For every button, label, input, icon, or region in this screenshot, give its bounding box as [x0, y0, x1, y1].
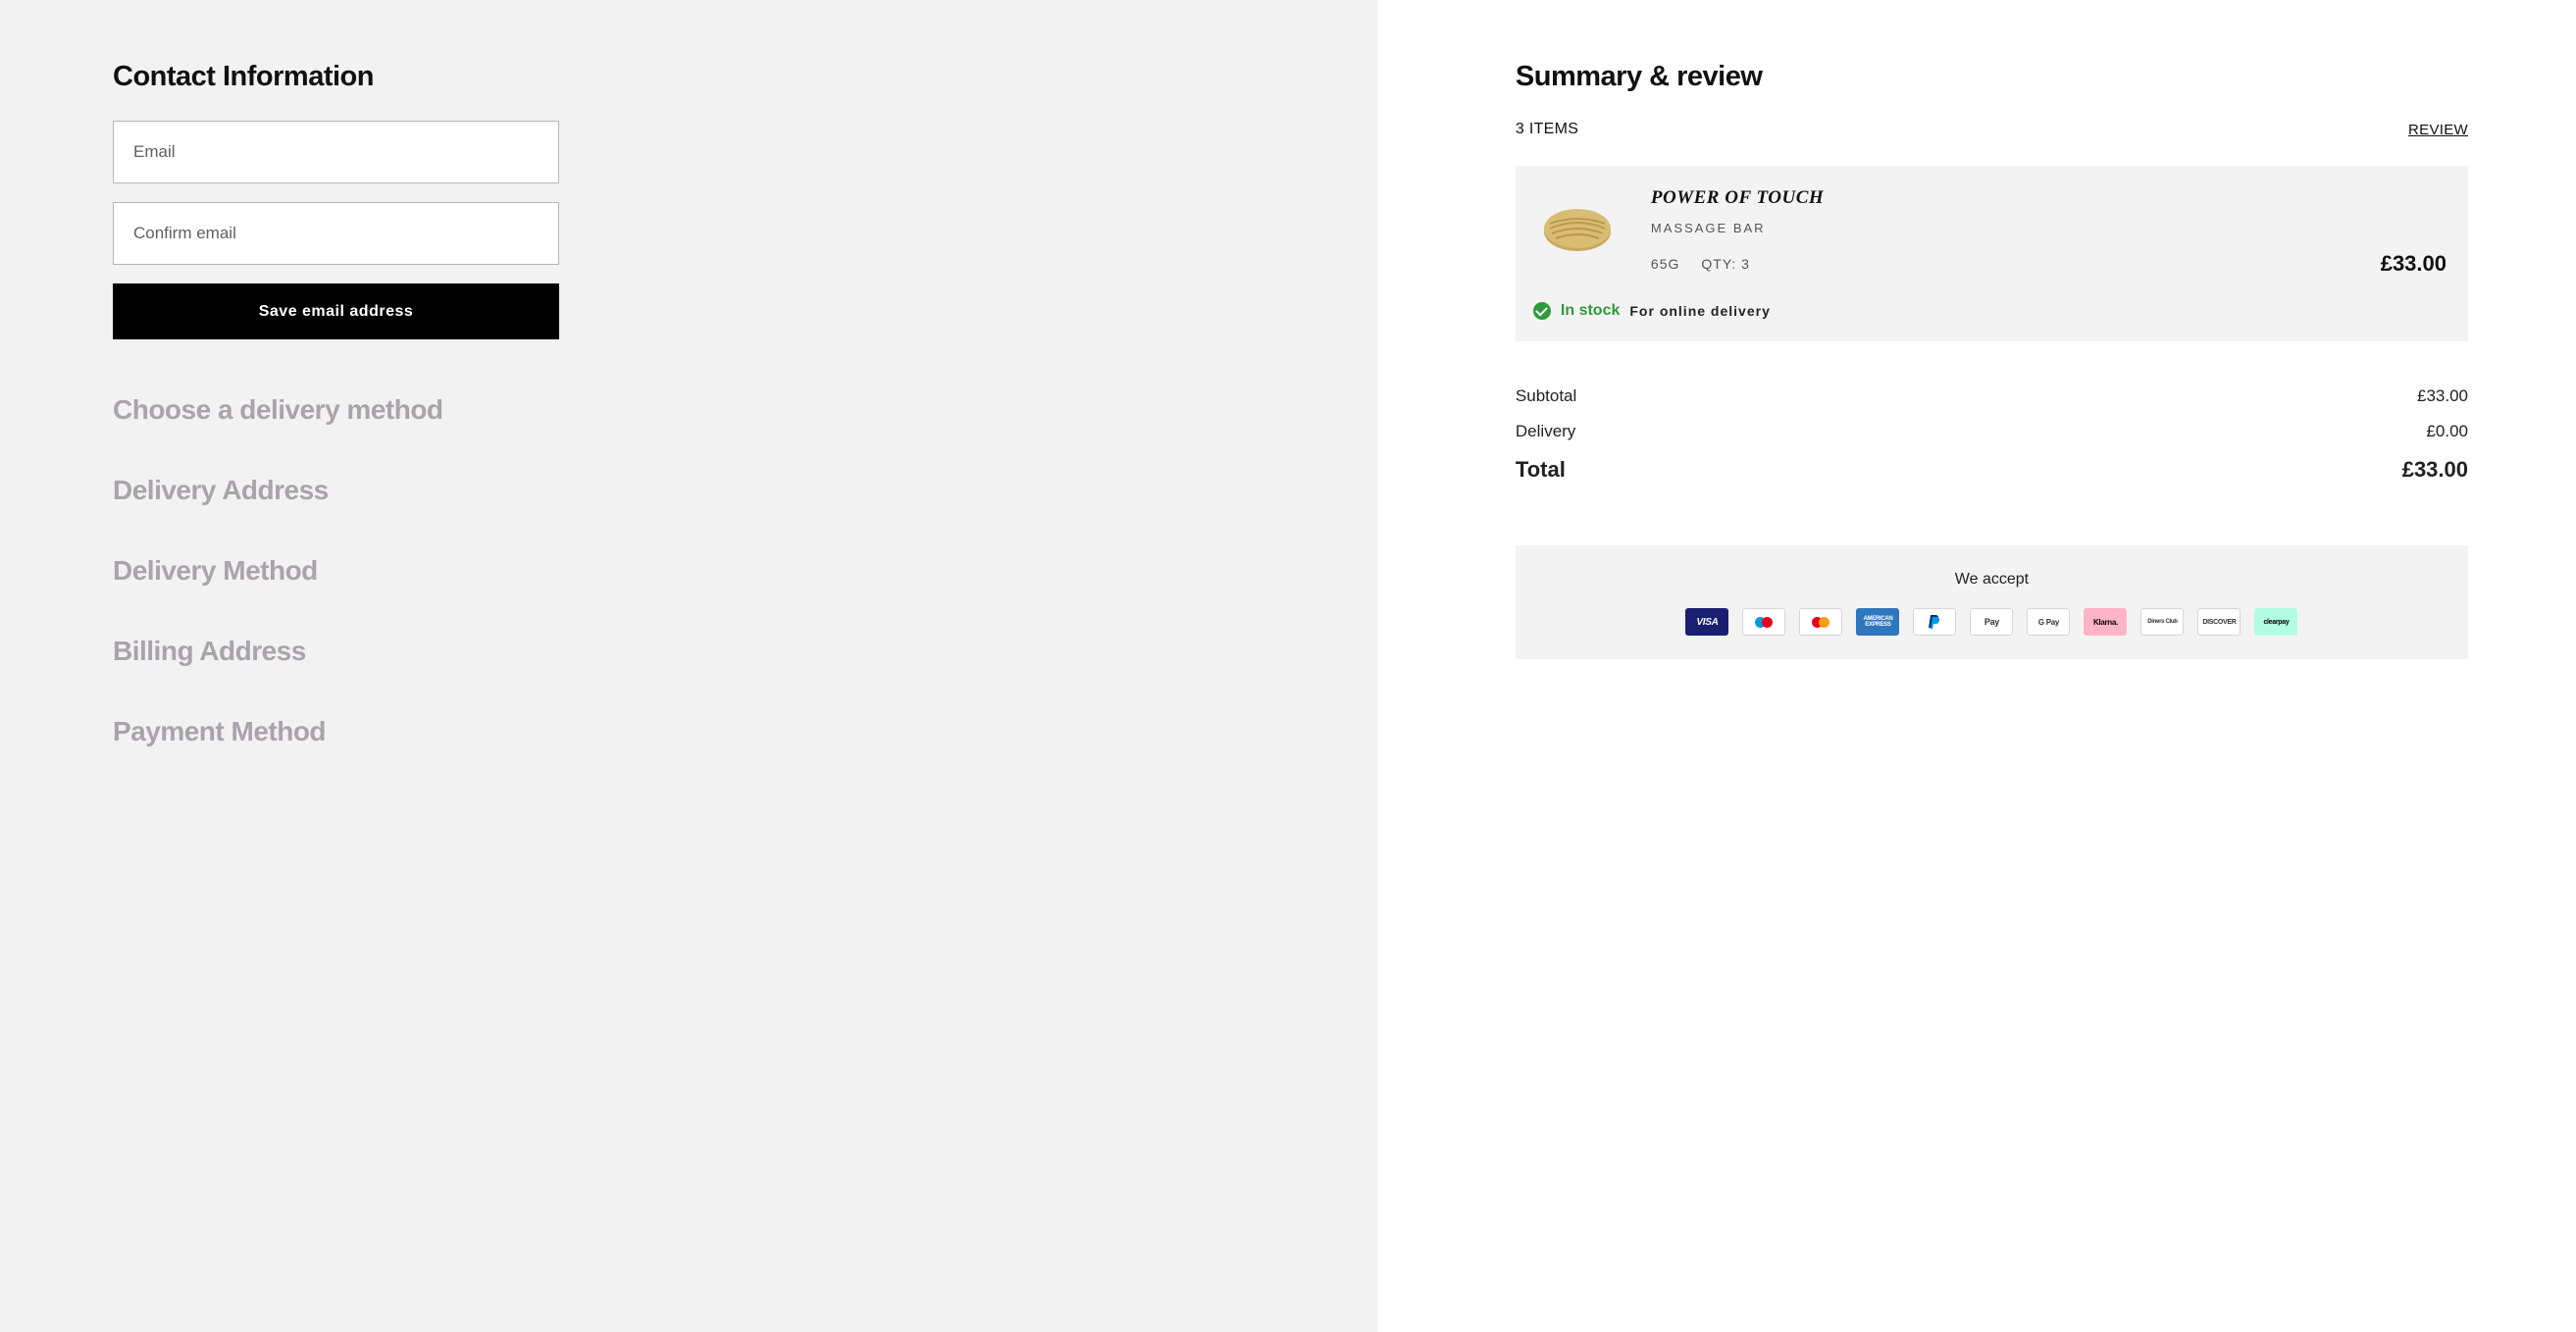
contact-info-heading: Contact Information	[113, 61, 559, 93]
delivery-label: Delivery	[1516, 422, 1575, 441]
apple-pay-icon: Pay	[1970, 608, 2013, 636]
accept-label: We accept	[1535, 571, 2448, 589]
payment-logos-grid: VISA AMERICANEXPRESS Pay G Pay Klarna. D…	[1535, 608, 2448, 636]
subtotal-label: Subtotal	[1516, 386, 1576, 406]
review-link[interactable]: REVIEW	[2408, 122, 2468, 138]
step-billing-address: Billing Address	[113, 636, 559, 667]
mastercard-icon	[1799, 608, 1842, 636]
check-circle-icon	[1533, 302, 1551, 320]
stock-sub-label: For online delivery	[1629, 303, 1770, 319]
diners-club-icon: Diners Club	[2140, 608, 2184, 636]
checkout-form-panel: Contact Information Save email address C…	[0, 0, 1378, 1332]
google-pay-icon: G Pay	[2027, 608, 2070, 636]
step-payment-method: Payment Method	[113, 716, 559, 747]
discover-icon: DISCOVER	[2197, 608, 2241, 636]
visa-icon: VISA	[1685, 608, 1728, 636]
maestro-icon	[1742, 608, 1785, 636]
save-email-button[interactable]: Save email address	[113, 283, 559, 339]
step-delivery-address: Delivery Address	[113, 475, 559, 506]
product-price: £33.00	[2381, 251, 2447, 277]
product-name: POWER OF TOUCH	[1651, 187, 2447, 209]
total-value: £33.00	[2402, 457, 2468, 483]
items-count-label: 3 ITEMS	[1516, 121, 1578, 138]
clearpay-icon: clearpay	[2254, 608, 2297, 636]
subtotal-value: £33.00	[2417, 386, 2468, 406]
paypal-icon	[1913, 608, 1956, 636]
stock-status: In stock	[1561, 302, 1620, 320]
step-choose-delivery-method: Choose a delivery method	[113, 394, 559, 426]
klarna-icon: Klarna.	[2084, 608, 2127, 636]
summary-heading: Summary & review	[1516, 61, 2468, 93]
confirm-email-input[interactable]	[113, 202, 559, 265]
payment-methods-box: We accept VISA AMERICANEXPRESS Pay G Pay…	[1516, 545, 2468, 659]
product-qty: QTY: 3	[1701, 256, 1750, 272]
amex-icon: AMERICANEXPRESS	[1856, 608, 1899, 636]
delivery-value: £0.00	[2426, 422, 2468, 441]
totals-block: Subtotal £33.00 Delivery £0.00 Total £33…	[1516, 386, 2468, 483]
step-delivery-method: Delivery Method	[113, 555, 559, 587]
total-label: Total	[1516, 457, 1566, 483]
product-card: POWER OF TOUCH MASSAGE BAR 65G QTY: 3 £3…	[1516, 166, 2468, 341]
email-input[interactable]	[113, 121, 559, 183]
product-size: 65G	[1651, 256, 1679, 272]
product-subtitle: MASSAGE BAR	[1651, 221, 2447, 235]
product-image	[1533, 195, 1622, 264]
summary-panel: Summary & review 3 ITEMS REVIEW POWER OF…	[1378, 0, 2576, 1332]
